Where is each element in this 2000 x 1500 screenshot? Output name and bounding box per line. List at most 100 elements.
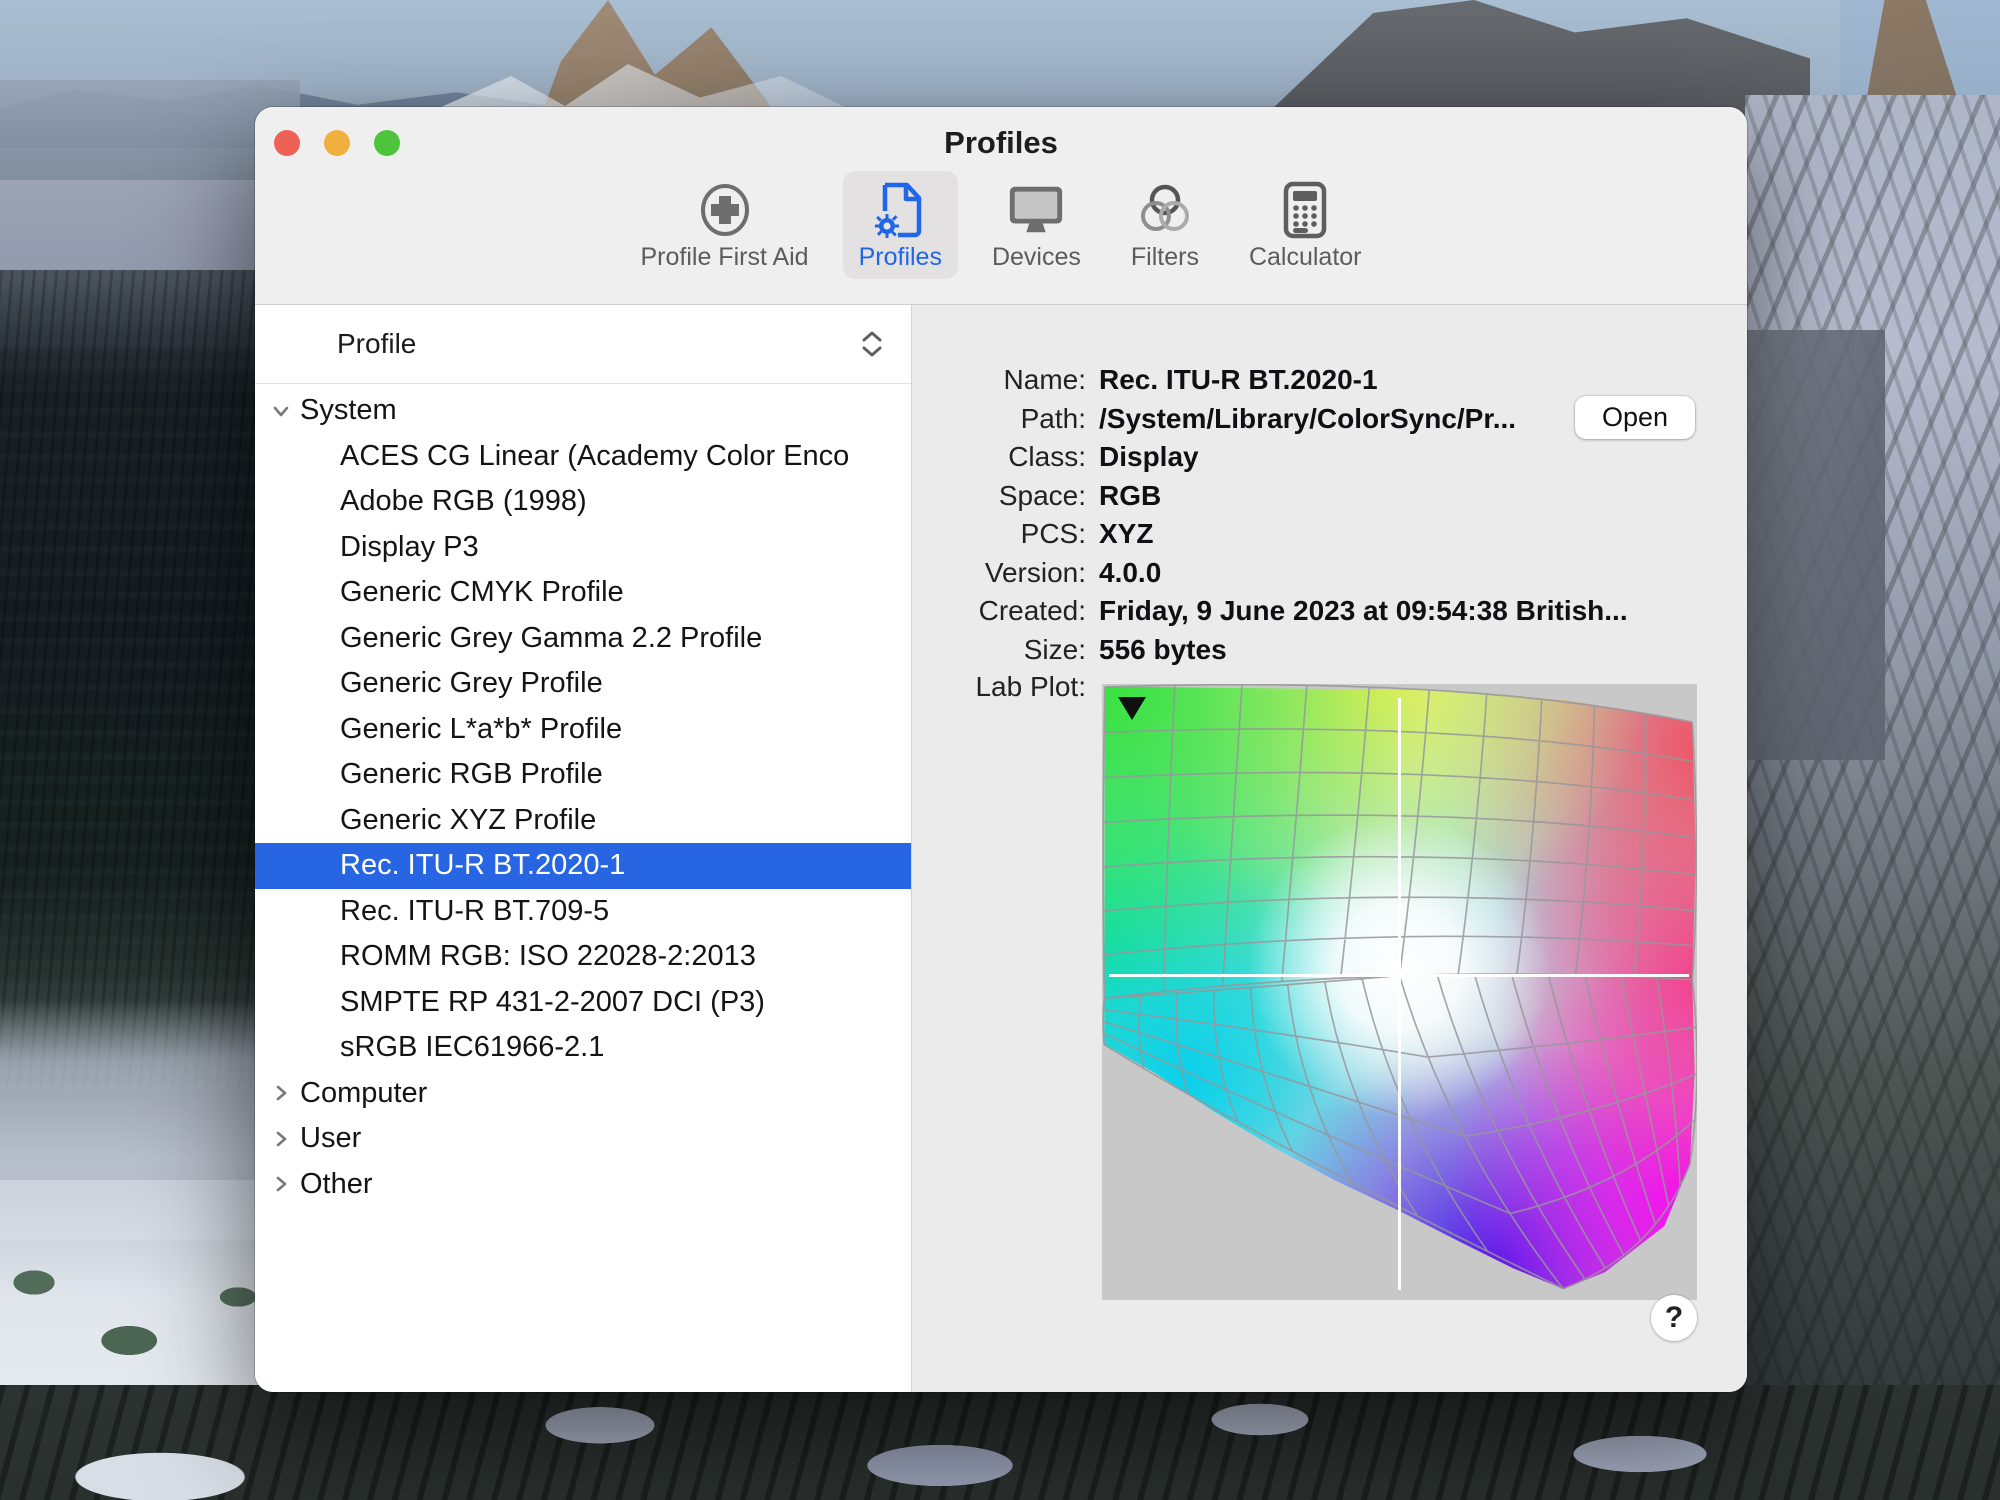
profile-fields: Name:Rec. ITU-R BT.2020-1Path:/System/Li…	[912, 361, 1628, 669]
profile-list-item[interactable]: ACES CG Linear (Academy Color Enco	[255, 434, 911, 480]
group-label: Computer	[300, 1077, 427, 1110]
disclosure-chevron[interactable]	[269, 399, 293, 423]
display-icon	[1006, 182, 1066, 238]
profile-list-item[interactable]: Generic RGB Profile	[255, 752, 911, 798]
field-label: Class:	[912, 441, 1086, 473]
toolbar-item-filters[interactable]: Filters	[1115, 171, 1215, 279]
profile-item-label: Display P3	[340, 531, 479, 564]
profile-list-item[interactable]: Generic Grey Profile	[255, 661, 911, 707]
profile-item-label: Generic Grey Profile	[340, 667, 603, 700]
toolbar-item-label: Devices	[992, 243, 1081, 272]
chevron-right-icon	[271, 1174, 291, 1194]
profile-list-item[interactable]: Generic L*a*b* Profile	[255, 707, 911, 753]
profile-list-item[interactable]: Display P3	[255, 525, 911, 571]
profile-list-item[interactable]: Generic XYZ Profile	[255, 798, 911, 844]
disclosure-chevron[interactable]	[269, 1081, 293, 1105]
open-button[interactable]: Open	[1575, 396, 1695, 439]
field-value: Rec. ITU-R BT.2020-1	[1086, 364, 1378, 396]
field-value: /System/Library/ColorSync/Pr...	[1086, 403, 1516, 435]
toolbar-item-label: Filters	[1131, 243, 1199, 272]
filters-icon-wrap	[1135, 179, 1195, 241]
field-row-size: Size:556 bytes	[912, 631, 1628, 670]
profile-item-label: ACES CG Linear (Academy Color Enco	[340, 440, 849, 473]
toolbar-item-label: Profiles	[859, 243, 942, 272]
toolbar-item-calculator[interactable]: Calculator	[1233, 171, 1378, 279]
field-row-name: Name:Rec. ITU-R BT.2020-1	[912, 361, 1628, 400]
field-label: Space:	[912, 480, 1086, 512]
help-button[interactable]: ?	[1651, 1295, 1697, 1341]
profile-list-item[interactable]: ROMM RGB: ISO 22028-2:2013	[255, 934, 911, 980]
profile-first-aid-icon-wrap	[695, 179, 755, 241]
sidebar-group-system[interactable]: System	[255, 388, 911, 434]
chevron-right-icon	[271, 1083, 291, 1103]
field-row-created: Created:Friday, 9 June 2023 at 09:54:38 …	[912, 592, 1628, 631]
disclosure-chevron[interactable]	[269, 1127, 293, 1151]
sidebar-header: Profile	[255, 305, 911, 384]
toolbar-item-devices[interactable]: Devices	[976, 171, 1097, 279]
field-row-space: Space:RGB	[912, 477, 1628, 516]
chevron-down-icon	[271, 401, 291, 421]
profile-list-item[interactable]: Generic CMYK Profile	[255, 570, 911, 616]
window-body: Profile System ACES CG Linear (Academy Co…	[255, 305, 1747, 1392]
profile-list-item[interactable]: sRGB IEC61966-2.1	[255, 1025, 911, 1071]
chevron-up-icon	[861, 330, 883, 343]
profiles-icon-wrap	[870, 179, 930, 241]
disclosure-chevron[interactable]	[269, 1172, 293, 1196]
field-row-pcs: PCS:XYZ	[912, 515, 1628, 554]
profile-item-label: Generic RGB Profile	[340, 758, 603, 791]
toolbar-item-label: Calculator	[1249, 243, 1362, 272]
sidebar-group-other[interactable]: Other	[255, 1162, 911, 1208]
profile-list-item-selected[interactable]: Rec. ITU-R BT.2020-1	[255, 843, 911, 889]
calculator-icon-wrap	[1275, 179, 1335, 241]
profile-list-item[interactable]: Rec. ITU-R BT.709-5	[255, 889, 911, 935]
sidebar-group-user[interactable]: User	[255, 1116, 911, 1162]
field-label: Version:	[912, 557, 1086, 589]
profile-list-item[interactable]: Adobe RGB (1998)	[255, 479, 911, 525]
field-value: XYZ	[1086, 518, 1153, 550]
profile-item-label: Rec. ITU-R BT.2020-1	[340, 849, 625, 882]
field-value: RGB	[1086, 480, 1161, 512]
toolbar-item-profiles[interactable]: Profiles	[843, 171, 958, 279]
sidebar-group-computer[interactable]: Computer	[255, 1071, 911, 1117]
profile-item-label: Generic L*a*b* Profile	[340, 713, 622, 746]
profile-item-label: Adobe RGB (1998)	[340, 485, 587, 518]
field-label: PCS:	[912, 518, 1086, 550]
profile-list: System ACES CG Linear (Academy Color Enco…	[255, 384, 911, 1207]
profile-item-label: Generic CMYK Profile	[340, 576, 624, 609]
profile-document-icon	[873, 181, 927, 239]
field-row-path: Path:/System/Library/ColorSync/Pr...	[912, 400, 1628, 439]
lab-plot[interactable]	[1102, 684, 1697, 1300]
field-label: Name:	[912, 364, 1086, 396]
first-aid-icon	[698, 183, 752, 237]
devices-icon-wrap	[1006, 179, 1066, 241]
chevron-down-icon	[861, 345, 883, 358]
colorsync-window: Profiles Profile First Aid Profiles Device…	[255, 107, 1747, 1392]
toolbar-item-profile-first-aid[interactable]: Profile First Aid	[624, 171, 824, 279]
chevron-right-icon	[271, 1129, 291, 1149]
profile-list-item[interactable]: SMPTE RP 431-2-2007 DCI (P3)	[255, 980, 911, 1026]
field-value: 556 bytes	[1086, 634, 1227, 666]
wallpaper-rocks	[0, 1385, 2000, 1500]
sort-toggle-button[interactable]	[859, 327, 885, 361]
toolbar-item-label: Profile First Aid	[640, 243, 808, 272]
field-value: 4.0.0	[1086, 557, 1161, 589]
window-title: Profiles	[255, 125, 1747, 161]
profile-list-item[interactable]: Generic Grey Gamma 2.2 Profile	[255, 616, 911, 662]
plot-rotate-marker-icon	[1118, 697, 1146, 720]
group-label: System	[300, 394, 397, 427]
profile-item-label: Generic XYZ Profile	[340, 804, 596, 837]
lab-plot-label: Lab Plot:	[912, 671, 1086, 703]
field-row-class: Class:Display	[912, 438, 1628, 477]
field-row-version: Version:4.0.0	[912, 554, 1628, 593]
profile-item-label: Rec. ITU-R BT.709-5	[340, 895, 609, 928]
profile-item-label: SMPTE RP 431-2-2007 DCI (P3)	[340, 986, 765, 1019]
toolbar: Profile First Aid Profiles Devices Filters C…	[255, 171, 1747, 279]
field-label: Path:	[912, 403, 1086, 435]
profile-item-label: ROMM RGB: ISO 22028-2:2013	[340, 940, 756, 973]
field-value: Display	[1086, 441, 1199, 473]
profile-item-label: Generic Grey Gamma 2.2 Profile	[340, 622, 762, 655]
profile-sidebar: Profile System ACES CG Linear (Academy Co…	[255, 305, 912, 1392]
venn-circles-icon	[1136, 182, 1194, 238]
field-value: Friday, 9 June 2023 at 09:54:38 British.…	[1086, 595, 1628, 627]
group-label: Other	[300, 1168, 373, 1201]
